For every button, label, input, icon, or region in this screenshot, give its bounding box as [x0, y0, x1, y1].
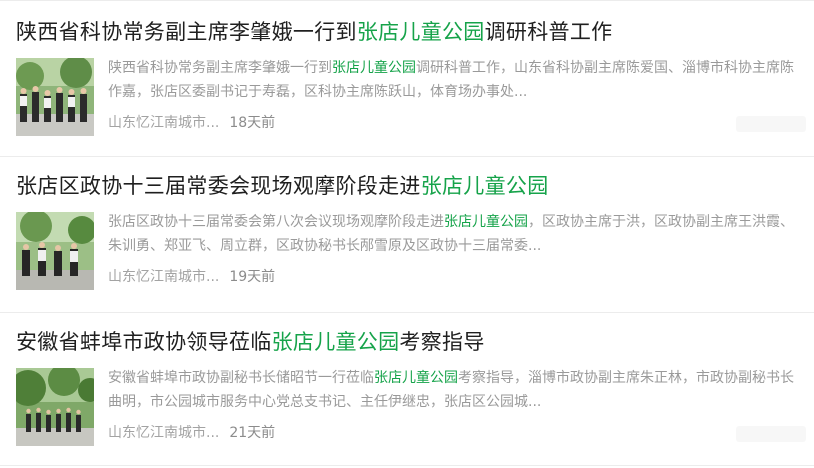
- news-feed: 陕西省科协常务副主席李肇娥一行到张店儿童公园调研科普工作 陕西省科协常务副主席李…: [0, 0, 814, 468]
- title-text: 陕西省科协常务副主席李肇娥一行到: [16, 20, 357, 44]
- title-highlight: 张店儿童公园: [356, 20, 485, 44]
- news-time: 21天前: [229, 425, 276, 441]
- news-time: 18天前: [229, 115, 276, 131]
- snippet-text: 安徽省蚌埠市政协副秘书长储昭节一行莅临: [108, 370, 374, 386]
- title-highlight: 张店儿童公园: [420, 174, 549, 198]
- news-source[interactable]: 山东忆江南城市...: [108, 115, 219, 131]
- news-source[interactable]: 山东忆江南城市...: [108, 425, 219, 441]
- photo-image: [16, 212, 94, 290]
- title-highlight: 张店儿童公园: [271, 330, 400, 354]
- news-item[interactable]: 安徽省蚌埠市政协领导莅临张店儿童公园考察指导 安徽省蚌埠市政协副秘书长储昭节一行…: [0, 314, 814, 464]
- snippet-highlight: 张店儿童公园: [444, 214, 528, 230]
- title-text: 安徽省蚌埠市政协领导莅临: [16, 330, 272, 354]
- title-text: 调研科普工作: [484, 20, 613, 44]
- divider: [0, 465, 814, 466]
- snippet-highlight: 张店儿童公园: [332, 60, 416, 76]
- news-thumbnail[interactable]: [16, 58, 94, 136]
- news-snippet: 陕西省科协常务副主席李肇娥一行到张店儿童公园调研科普工作，山东省科协副主席陈爱国…: [108, 56, 798, 104]
- photo-image: [16, 58, 94, 136]
- divider: [0, 156, 814, 157]
- title-text: 考察指导: [399, 330, 485, 354]
- news-meta: 山东忆江南城市... 18天前: [108, 112, 275, 134]
- news-snippet: 安徽省蚌埠市政协副秘书长储昭节一行莅临张店儿童公园考察指导，淄博市政协副主席朱正…: [108, 366, 798, 414]
- news-meta: 山东忆江南城市... 21天前: [108, 422, 275, 444]
- news-title[interactable]: 张店区政协十三届常委会现场观摩阶段走进张店儿童公园: [16, 172, 806, 200]
- news-thumbnail[interactable]: [16, 212, 94, 290]
- news-time: 19天前: [229, 269, 276, 285]
- photo-image: [16, 368, 94, 446]
- action-placeholder: [736, 116, 806, 132]
- news-item[interactable]: 陕西省科协常务副主席李肇娥一行到张店儿童公园调研科普工作 陕西省科协常务副主席李…: [0, 4, 814, 154]
- news-title[interactable]: 陕西省科协常务副主席李肇娥一行到张店儿童公园调研科普工作: [16, 18, 806, 46]
- divider: [0, 0, 814, 1]
- title-text: 张店区政协十三届常委会现场观摩阶段走进: [16, 174, 421, 198]
- action-placeholder: [736, 426, 806, 442]
- snippet-text: 张店区政协十三届常委会第八次会议现场观摩阶段走进: [108, 214, 444, 230]
- divider: [0, 312, 814, 313]
- news-snippet: 张店区政协十三届常委会第八次会议现场观摩阶段走进张店儿童公园，区政协主席于洪，区…: [108, 210, 798, 258]
- news-source[interactable]: 山东忆江南城市...: [108, 269, 219, 285]
- snippet-highlight: 张店儿童公园: [374, 370, 458, 386]
- snippet-text: 陕西省科协常务副主席李肇娥一行到: [108, 60, 332, 76]
- news-meta: 山东忆江南城市... 19天前: [108, 266, 275, 288]
- news-item[interactable]: 张店区政协十三届常委会现场观摩阶段走进张店儿童公园 张店区政协十三届常委会第八次…: [0, 158, 814, 308]
- news-title[interactable]: 安徽省蚌埠市政协领导莅临张店儿童公园考察指导: [16, 328, 806, 356]
- news-thumbnail[interactable]: [16, 368, 94, 446]
